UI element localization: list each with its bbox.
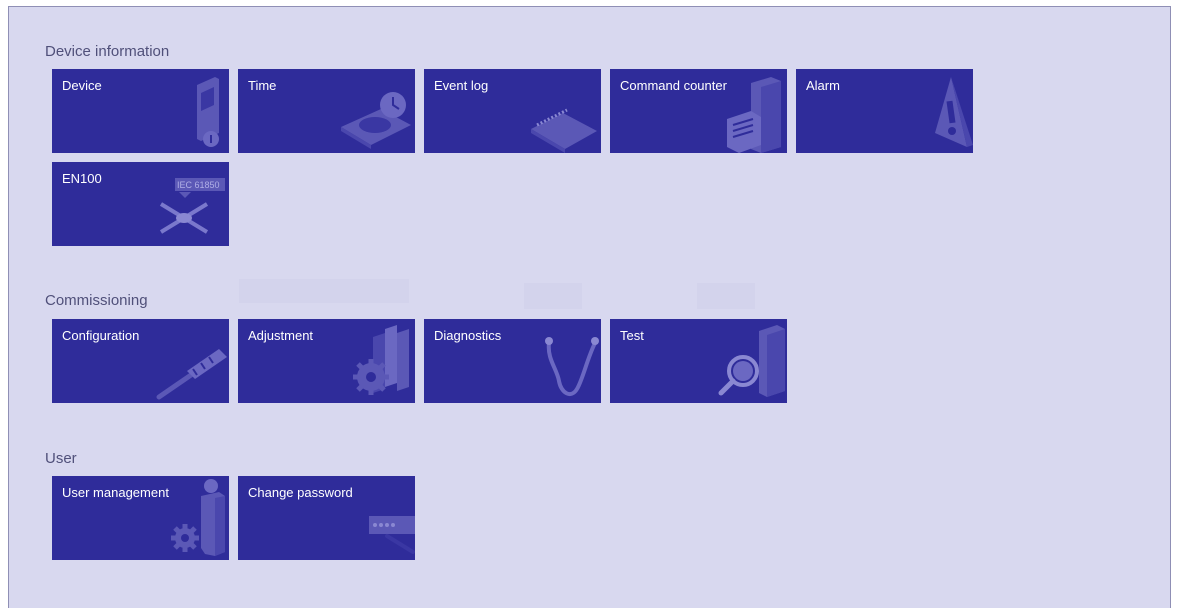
- background-artifact: [239, 279, 409, 303]
- section-title-device-information: Device information: [45, 43, 170, 60]
- tile-label: Configuration: [62, 328, 140, 343]
- tile-label: Diagnostics: [434, 328, 502, 343]
- tile-change-password[interactable]: Change password: [238, 476, 415, 560]
- tile-label: Change password: [248, 485, 353, 500]
- section-title-user: User: [45, 450, 77, 467]
- tile-label: Event log: [434, 78, 489, 93]
- main-panel: Device information Device Time Event log: [8, 6, 1171, 608]
- background-artifact: [524, 283, 582, 309]
- tile-label: Test: [620, 328, 644, 343]
- tile-time[interactable]: Time: [238, 69, 415, 153]
- tile-alarm[interactable]: Alarm: [796, 69, 973, 153]
- tile-label: User management: [62, 485, 169, 500]
- tile-label: Adjustment: [248, 328, 314, 343]
- tile-adjustment[interactable]: Adjustment: [238, 319, 415, 403]
- en100-badge: IEC 61850: [177, 180, 220, 190]
- tile-configuration[interactable]: Configuration: [52, 319, 229, 403]
- tile-label: EN100: [62, 171, 102, 186]
- section-title-commissioning: Commissioning: [45, 292, 148, 309]
- magnifier-device-icon: [677, 319, 787, 403]
- warning-icon: [863, 69, 973, 153]
- tile-event-log[interactable]: Event log: [424, 69, 601, 153]
- tile-label: Command counter: [620, 78, 727, 93]
- tile-en100[interactable]: EN100 IEC 61850: [52, 162, 229, 246]
- tile-command-counter[interactable]: Command counter: [610, 69, 787, 153]
- background-artifact: [697, 283, 755, 309]
- tile-label: Alarm: [806, 78, 840, 93]
- clock-icon: [305, 69, 415, 153]
- gear-binders-icon: [305, 319, 415, 403]
- tile-diagnostics[interactable]: Diagnostics: [424, 319, 601, 403]
- tile-user-management[interactable]: User management: [52, 476, 229, 560]
- tile-device[interactable]: Device: [52, 69, 229, 153]
- tile-test[interactable]: Test: [610, 319, 787, 403]
- stethoscope-icon: [491, 319, 601, 403]
- tile-label: Device: [62, 78, 102, 93]
- tile-label: Time: [248, 78, 277, 93]
- notebook-icon: [491, 69, 601, 153]
- device-info-icon: [119, 69, 229, 153]
- iec61850-network-icon: IEC 61850: [119, 162, 229, 246]
